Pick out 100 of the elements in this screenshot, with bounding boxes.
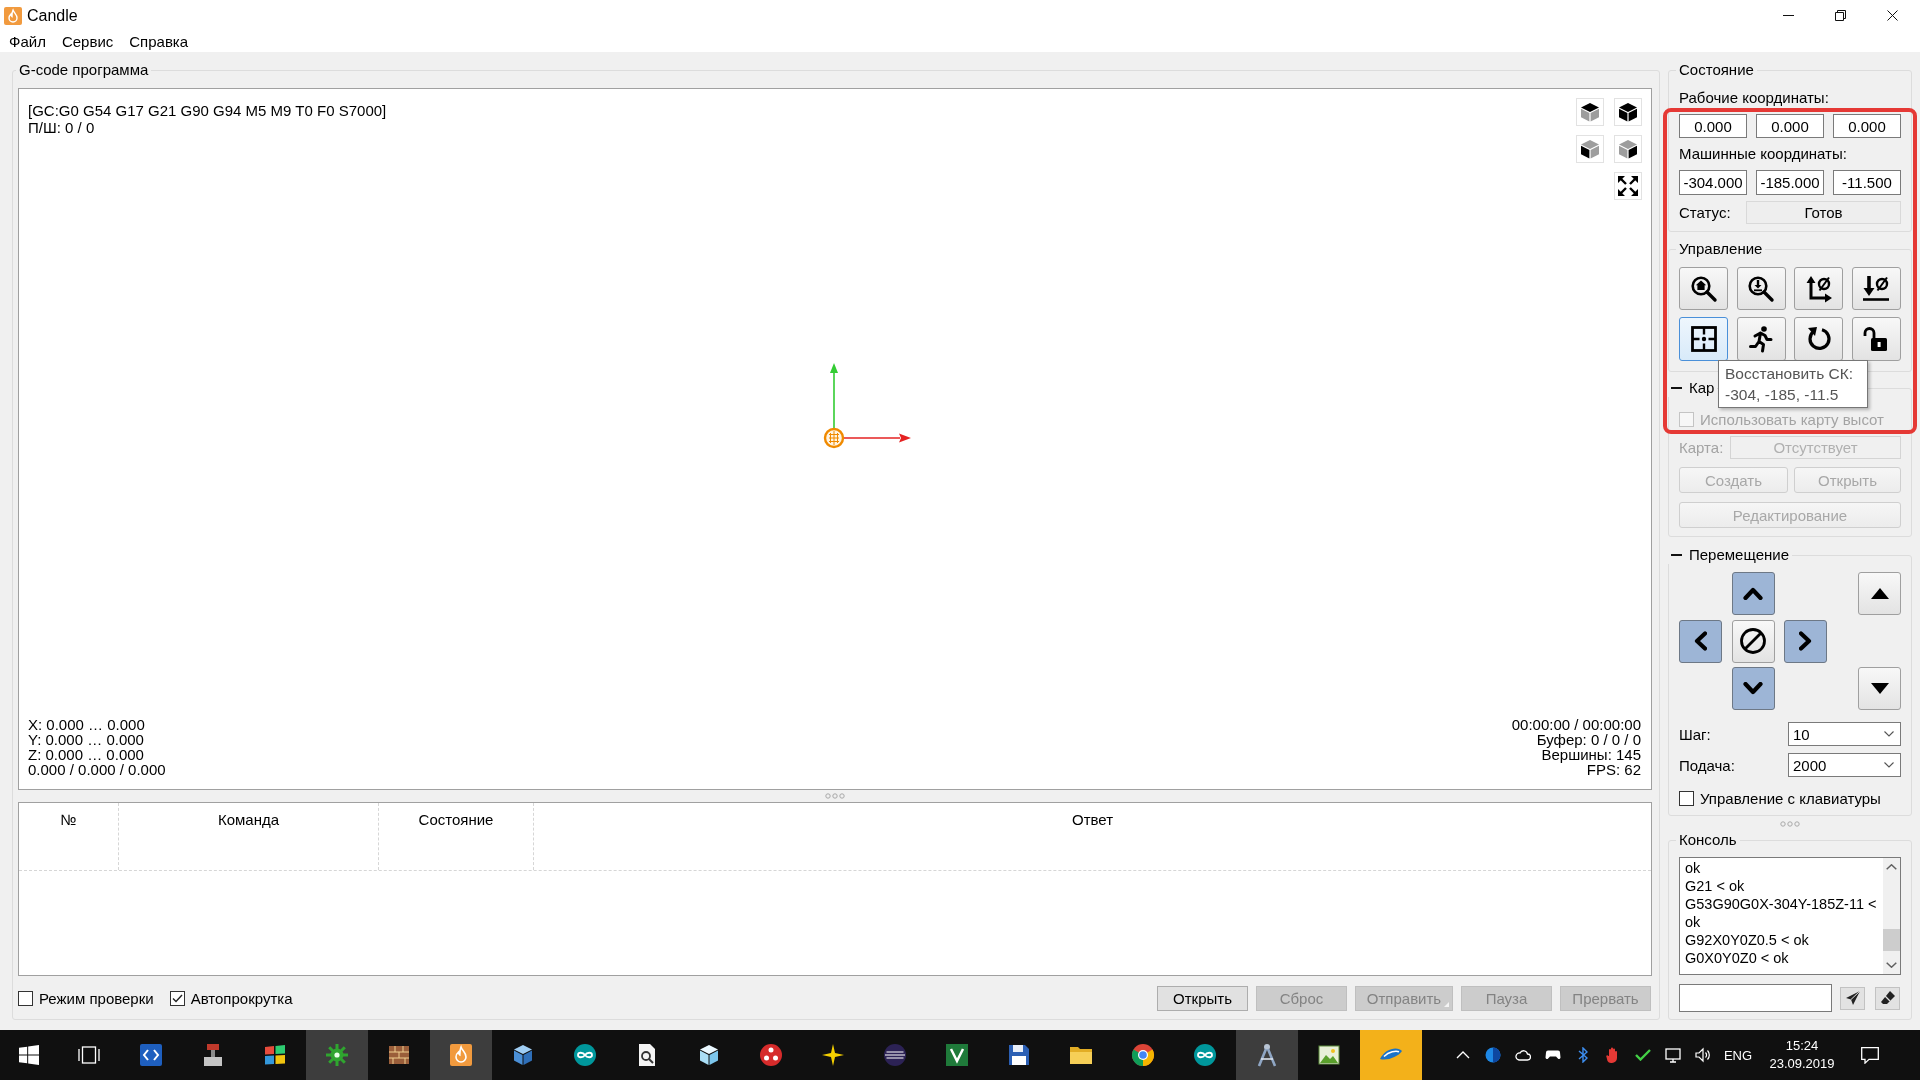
iso-view-button[interactable]: [1614, 98, 1642, 126]
minimize-icon: [1782, 15, 1794, 16]
checkbox[interactable]: [1679, 790, 1694, 806]
clock[interactable]: 15:24 23.09.2019: [1758, 1030, 1846, 1080]
collapse-icon[interactable]: [1671, 386, 1682, 390]
cube-icon: [1580, 139, 1600, 159]
column-header: №: [60, 811, 77, 828]
menu-item[interactable]: Сервис: [53, 32, 122, 51]
overlay-text: [GC:G0 G54 G17 G21 G90 G94 M5 M9 T0 F0 S7000]: [28, 102, 387, 119]
probe-button[interactable]: [1736, 267, 1786, 310]
paper-plane-icon: [1845, 991, 1860, 1005]
scrollbar[interactable]: [1883, 858, 1900, 974]
field-label: Карта:: [1679, 439, 1724, 456]
reset-button[interactable]: [1794, 317, 1844, 361]
jog-z-plus-button[interactable]: [1858, 572, 1901, 615]
magnifier-house-icon: [1689, 274, 1718, 303]
console-line: G21 < ok: [1685, 877, 1745, 895]
check-icon: [1635, 1049, 1651, 1061]
chevron-up-icon: [1456, 1051, 1470, 1059]
checkbox-label: Управление с клавиатуры: [1700, 789, 1881, 807]
taskbar-button[interactable]: [430, 1030, 492, 1080]
right-view-button[interactable]: [1614, 135, 1642, 163]
jog-x-minus-button[interactable]: [1679, 619, 1722, 663]
console-line: ok: [1685, 913, 1701, 931]
zero-xy-button[interactable]: [1794, 267, 1844, 310]
infinity-icon: [573, 1043, 597, 1067]
disc-icon: [1485, 1047, 1501, 1063]
ice-cube-icon: [697, 1043, 721, 1067]
checkbox-label: Режим проверки: [39, 990, 154, 1007]
language-indicator[interactable]: ENG: [1718, 1030, 1758, 1080]
checkmark-icon: [171, 994, 183, 1003]
chevron-up-icon: [1743, 587, 1763, 600]
window-title: Candle: [27, 6, 78, 25]
chevron-down-icon: [1884, 731, 1894, 737]
home-button[interactable]: [1679, 267, 1729, 310]
cube-icon: [1580, 102, 1600, 122]
zero-z-button[interactable]: [1851, 267, 1901, 310]
checkbox[interactable]: [169, 991, 185, 1006]
overlay-text: Вершины: 145: [1541, 747, 1641, 762]
overlay-text: FPS: 62: [1586, 762, 1641, 777]
menu-item[interactable]: Справка: [121, 32, 197, 51]
overlay-text: Z: 0.000 … 0.000: [28, 747, 144, 762]
restore-origin-button[interactable]: [1679, 317, 1729, 361]
fit-view-button[interactable]: [1614, 172, 1642, 200]
jog-stop-button[interactable]: [1731, 619, 1775, 663]
bluetooth-icon: [1578, 1047, 1588, 1063]
command-input[interactable]: [1679, 984, 1832, 1012]
brick-wall-icon: [387, 1043, 411, 1067]
panel-title: Состояние: [1678, 61, 1755, 79]
panel-title: Управление: [1678, 240, 1764, 258]
magnifier-arrow-icon: [1747, 274, 1776, 303]
overlay-text: Буфер: 0 / 0 / 0: [1536, 732, 1641, 747]
column-header: Состояние: [418, 811, 494, 828]
chevron-down-icon: [1884, 762, 1894, 768]
unlock-button[interactable]: [1851, 317, 1901, 361]
scroll-down-icon: [1886, 962, 1897, 968]
coordinate-field: 0.000: [1756, 114, 1824, 138]
top-view-button[interactable]: [1576, 98, 1604, 126]
collapse-icon[interactable]: [1671, 553, 1682, 557]
jog-z-minus-button[interactable]: [1858, 667, 1901, 710]
slashed-circle-icon: [1740, 628, 1766, 654]
panel-title: Кар: [1689, 379, 1715, 397]
task-view-icon: [78, 1046, 100, 1064]
scrollbar-thumb[interactable]: [1883, 929, 1900, 951]
cube-icon: [1618, 139, 1638, 159]
console-line: G53G90G0X-304Y-185Z-11 <: [1685, 895, 1877, 913]
console-line: G92X0Y0Z0.5 < ok: [1685, 931, 1809, 949]
menu-item[interactable]: Файл: [1, 32, 54, 51]
panel-title: G-code программа: [18, 61, 150, 79]
field-label: Шаг:: [1679, 725, 1711, 743]
picture-icon: [1317, 1043, 1341, 1067]
feed-combobox[interactable]: 2000: [1788, 753, 1901, 777]
jog-y-plus-button[interactable]: [1731, 572, 1775, 615]
flame-icon: [4, 6, 22, 25]
cloud-icon: [1515, 1049, 1531, 1061]
checkbox-label: Автопрокрутка: [190, 990, 293, 1007]
splitter-handle-icon[interactable]: [825, 793, 845, 799]
left-view-button[interactable]: [1576, 135, 1604, 163]
step-combobox[interactable]: 10: [1788, 722, 1901, 746]
send-button[interactable]: [1840, 986, 1865, 1010]
clear-button[interactable]: [1875, 986, 1900, 1010]
triangle-up-icon: [1870, 588, 1889, 599]
chevron-tile-icon: [945, 1043, 969, 1067]
jog-x-plus-button[interactable]: [1784, 619, 1827, 663]
jog-y-minus-button[interactable]: [1731, 667, 1775, 710]
coordinate-field: -11.500: [1833, 170, 1901, 195]
start-icon: [19, 1045, 39, 1065]
expand-icon: [1618, 176, 1638, 196]
column-header: Ответ: [1071, 811, 1114, 828]
safe-position-button[interactable]: [1736, 317, 1786, 361]
coordinate-field: -185.000: [1756, 170, 1824, 195]
overlay-text: 00:00:00 / 00:00:00: [1511, 717, 1641, 732]
checkbox[interactable]: [18, 991, 33, 1006]
chevron-right-icon: [1799, 631, 1812, 651]
field-label: Машинные координаты:: [1679, 145, 1848, 162]
command-button[interactable]: Открыть: [1157, 986, 1248, 1011]
cube-icon: [511, 1043, 535, 1067]
splitter-handle-icon[interactable]: [1780, 820, 1800, 827]
heightmap-field: Отсутствует: [1730, 436, 1901, 459]
panel-title: Консоль: [1678, 831, 1738, 849]
